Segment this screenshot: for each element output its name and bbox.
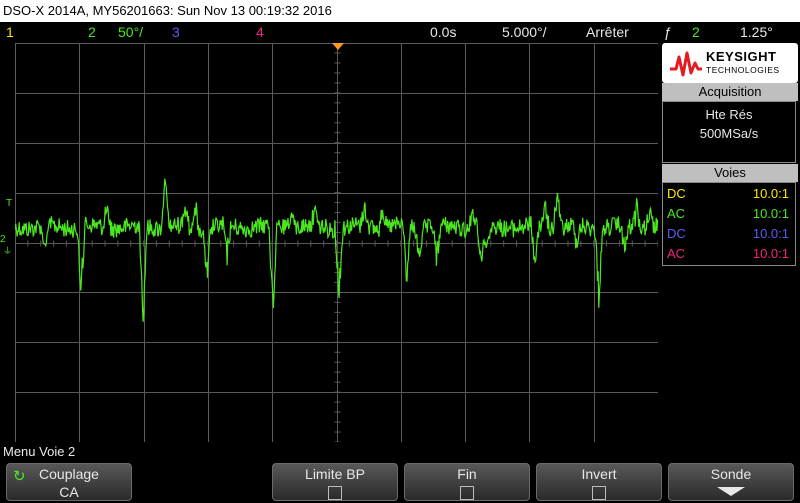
- softkey-sonde[interactable]: Sonde: [668, 463, 794, 501]
- ch4-coupling: AC: [667, 246, 686, 261]
- checkbox-icon[interactable]: [592, 486, 606, 500]
- ch4-indicator[interactable]: 4: [256, 22, 264, 42]
- trigger-level-marker[interactable]: T: [6, 198, 12, 209]
- ch3-probe: 10.0:1: [752, 226, 789, 241]
- softkey-sonde-label: Sonde: [710, 466, 752, 482]
- time-position: 0.0s: [430, 24, 457, 40]
- menu-title: Menu Voie 2: [3, 444, 76, 459]
- ch2-probe: 10.0:1: [752, 206, 789, 221]
- softkey-limite-bp-label: Limite BP: [305, 466, 365, 482]
- side-panel: KEYSIGHT TECHNOLOGIES Acquisition Hte Ré…: [660, 43, 800, 442]
- acquisition-mode: Hte Rés: [705, 107, 753, 122]
- ch3-coupling: DC: [667, 226, 686, 241]
- ch2-waveform-trace: [15, 178, 658, 322]
- channels-header: Voies: [662, 164, 798, 182]
- trigger-level-value: 1.25°: [740, 24, 773, 40]
- softkey-invert-label: Invert: [581, 466, 617, 482]
- checkbox-icon[interactable]: [460, 486, 474, 500]
- channel-row-4: AC 10.0:1: [663, 244, 795, 264]
- acquisition-header: Acquisition: [662, 83, 798, 101]
- logo-wordmark: KEYSIGHT: [706, 49, 777, 64]
- graticule: [15, 43, 658, 442]
- acquisition-panel: Hte Rés 500MSa/s: [662, 101, 796, 163]
- checkbox-icon[interactable]: [328, 486, 342, 500]
- sample-rate: 500MSa/s: [699, 126, 759, 141]
- softkey-couplage[interactable]: ↻ Couplage CA: [6, 463, 132, 501]
- softkey-invert[interactable]: Invert: [536, 463, 662, 501]
- trigger-slope-icon: ƒ: [664, 24, 672, 40]
- waveform-display[interactable]: [15, 43, 658, 442]
- keysight-logo: KEYSIGHT TECHNOLOGIES: [662, 43, 798, 83]
- arrow-down-icon: [717, 487, 745, 496]
- ch2-scale: 50°/: [118, 24, 144, 40]
- window-title: DSO-X 2014A, MY56201663: Sun Nov 13 00:1…: [0, 0, 800, 22]
- ch4-probe: 10.0:1: [752, 246, 789, 261]
- softkey-fin-label: Fin: [457, 466, 477, 482]
- channels-panel: DC 10.0:1 AC 10.0:1 DC 10.0:1 AC 10.0:1: [662, 182, 796, 266]
- channel-row-1: DC 10.0:1: [663, 184, 795, 204]
- channel-row-3: DC 10.0:1: [663, 224, 795, 244]
- run-state: Arrêter: [586, 24, 629, 40]
- trigger-position-marker[interactable]: [332, 43, 344, 50]
- softkey-limite-bp[interactable]: Limite BP: [272, 463, 398, 501]
- ch2-indicator[interactable]: 2: [88, 22, 96, 42]
- trigger-channel: 2: [692, 24, 700, 40]
- time-scale: 5.000°/: [502, 24, 547, 40]
- softkey-couplage-value: CA: [59, 484, 79, 500]
- channel-row-2: AC 10.0:1: [663, 204, 795, 224]
- ch2-coupling: AC: [667, 206, 686, 221]
- softkey-fin[interactable]: Fin: [404, 463, 530, 501]
- ground-symbol-icon: ⏚: [3, 246, 13, 256]
- rotate-icon: ↻: [13, 468, 26, 485]
- keysight-wave-icon: [670, 51, 702, 77]
- status-bar: 1 2 50°/ 3 4 0.0s 5.000°/ Arrêter ƒ 2 1.…: [0, 22, 800, 42]
- ch3-indicator[interactable]: 3: [172, 22, 180, 42]
- ch1-coupling: DC: [667, 186, 686, 201]
- softkey-couplage-label: Couplage: [39, 466, 99, 482]
- logo-subtitle: TECHNOLOGIES: [706, 65, 780, 75]
- ch1-probe: 10.0:1: [752, 186, 789, 201]
- ch1-indicator[interactable]: 1: [6, 22, 14, 42]
